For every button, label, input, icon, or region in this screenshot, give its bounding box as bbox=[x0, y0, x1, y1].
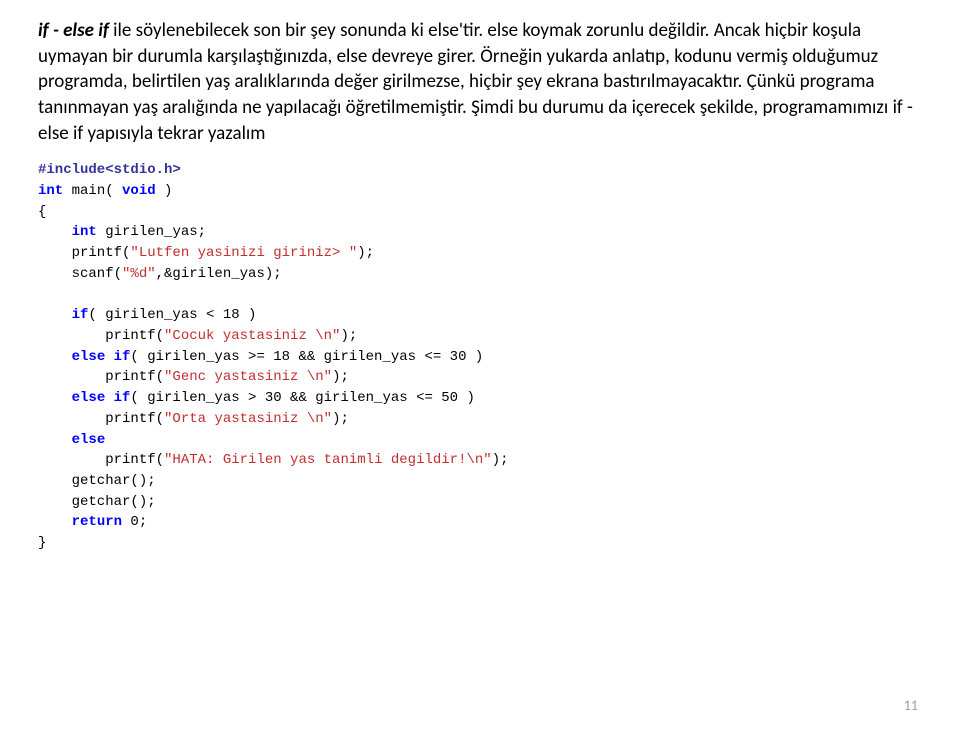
code-scanf: scanf( bbox=[38, 266, 122, 282]
code-indent4 bbox=[38, 390, 72, 406]
code-kw-return: return bbox=[72, 514, 122, 530]
code-end5: ); bbox=[332, 411, 349, 427]
code-brace-open: { bbox=[38, 204, 46, 220]
code-kw-elseif1: else if bbox=[72, 349, 131, 365]
page-number: 11 bbox=[904, 697, 918, 714]
code-cond1: ( girilen_yas < 18 ) bbox=[88, 307, 256, 323]
code-kw-else: else bbox=[72, 432, 106, 448]
code-printf2: printf( bbox=[38, 328, 164, 344]
code-end4: ); bbox=[332, 369, 349, 385]
code-kw-void: void bbox=[122, 183, 156, 199]
code-str1: "Lutfen yasinizi giriniz> " bbox=[130, 245, 357, 261]
code-printf4: printf( bbox=[38, 411, 164, 427]
code-main: main( bbox=[63, 183, 122, 199]
code-str3: "Cocuk yastasiniz \n" bbox=[164, 328, 340, 344]
code-end1: ); bbox=[357, 245, 374, 261]
paragraph-body: ile söylenebilecek son bir şey sonunda k… bbox=[38, 19, 913, 145]
code-str4: "Genc yastasiniz \n" bbox=[164, 369, 332, 385]
code-brace-close: } bbox=[38, 535, 46, 551]
code-block: #include<stdio.h> int main( void ) { int… bbox=[38, 160, 922, 554]
code-getchar1: getchar(); bbox=[38, 473, 156, 489]
code-printf3: printf( bbox=[38, 369, 164, 385]
code-paren: ) bbox=[156, 183, 173, 199]
lead-term: if - else if bbox=[38, 19, 109, 42]
code-indent bbox=[38, 224, 72, 240]
code-end3: ); bbox=[340, 328, 357, 344]
code-retval: 0; bbox=[122, 514, 147, 530]
code-kw-int2: int bbox=[72, 224, 97, 240]
code-printf5: printf( bbox=[38, 452, 164, 468]
code-kw-int: int bbox=[38, 183, 63, 199]
code-getchar2: getchar(); bbox=[38, 494, 156, 510]
code-str6: "HATA: Girilen yas tanimli degildir!\n" bbox=[164, 452, 492, 468]
intro-paragraph: if - else if ile söylenebilecek son bir … bbox=[38, 18, 922, 146]
code-printf1: printf( bbox=[38, 245, 130, 261]
code-cond2: ( girilen_yas >= 18 && girilen_yas <= 30… bbox=[130, 349, 483, 365]
code-indent2 bbox=[38, 307, 72, 323]
code-kw-if: if bbox=[72, 307, 89, 323]
code-end6: ); bbox=[492, 452, 509, 468]
code-indent6 bbox=[38, 514, 72, 530]
code-indent5 bbox=[38, 432, 72, 448]
code-kw-elseif2: else if bbox=[72, 390, 131, 406]
code-str2: "%d" bbox=[122, 266, 156, 282]
code-var: girilen_yas; bbox=[97, 224, 206, 240]
code-indent3 bbox=[38, 349, 72, 365]
code-include: #include<stdio.h> bbox=[38, 162, 181, 178]
code-cond3: ( girilen_yas > 30 && girilen_yas <= 50 … bbox=[130, 390, 474, 406]
code-str5: "Orta yastasiniz \n" bbox=[164, 411, 332, 427]
code-end2: ,&girilen_yas); bbox=[156, 266, 282, 282]
